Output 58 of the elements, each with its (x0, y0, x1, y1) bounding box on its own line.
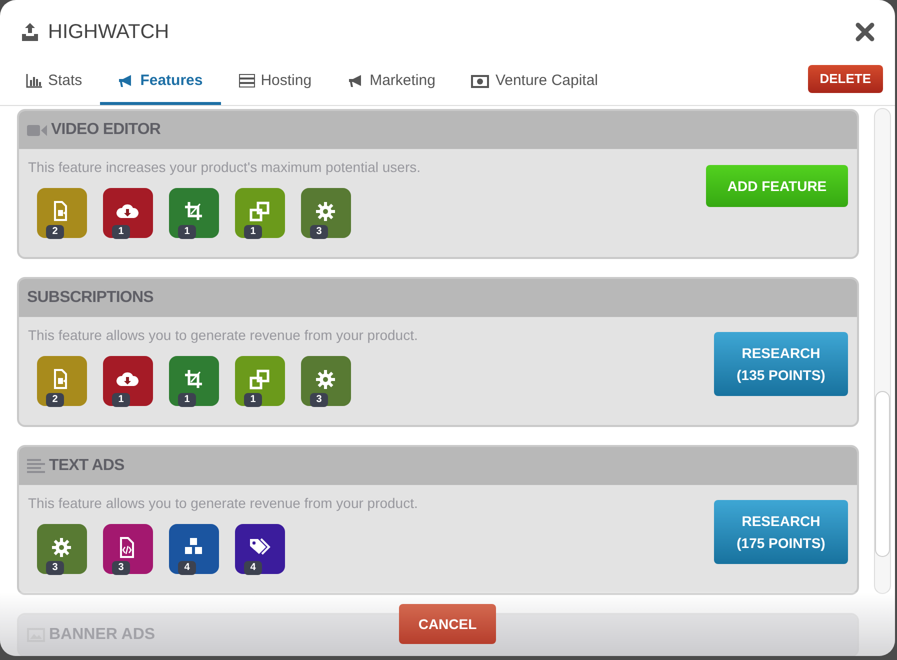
text-lines-icon (27, 459, 45, 473)
feature-title: VIDEO EDITOR (51, 120, 161, 140)
feature-description: This feature allows you to generate revenue from your product. (28, 326, 418, 345)
count-badge: 3 (46, 561, 64, 575)
bar-chart-icon (26, 74, 42, 88)
requirement-tile[interactable]: 2 (37, 356, 87, 406)
feature-description: This feature increases your product's maximum potential users. (28, 158, 421, 177)
requirement-tile[interactable]: 1 (103, 188, 153, 238)
feature-description: This feature allows you to generate revenue from your product. (28, 494, 418, 513)
requirement-tile[interactable]: 1 (169, 356, 219, 406)
gear-icon (49, 535, 74, 560)
cancel-button[interactable]: CANCEL (399, 604, 496, 644)
gear-icon (313, 199, 338, 224)
requirement-tile[interactable]: 4 (235, 524, 285, 574)
clone-icon (247, 367, 272, 392)
requirement-tile[interactable]: 1 (235, 188, 285, 238)
tab[interactable]: Features (100, 60, 221, 105)
banknote-icon (471, 74, 490, 88)
clone-icon (247, 199, 272, 224)
tab[interactable]: Stats (8, 60, 100, 105)
feature-title: SUBSCRIPTIONS (27, 288, 154, 308)
requirement-tile[interactable]: 3 (103, 524, 153, 574)
feature-title: TEXT ADS (49, 456, 124, 476)
count-badge: 1 (244, 393, 262, 407)
count-badge: 1 (244, 225, 262, 239)
count-badge: 3 (310, 225, 328, 239)
count-badge: 4 (244, 561, 262, 575)
requirement-tile[interactable]: 3 (301, 188, 351, 238)
research-button[interactable]: RESEARCH (135 POINTS) (714, 332, 848, 396)
requirement-tile[interactable]: 1 (169, 188, 219, 238)
requirement-tile[interactable]: 3 (301, 356, 351, 406)
count-badge: 1 (112, 393, 130, 407)
video-camera-icon (27, 124, 47, 136)
count-badge: 4 (178, 561, 196, 575)
count-badge: 1 (178, 225, 196, 239)
count-badge: 1 (112, 225, 130, 239)
requirement-tile[interactable]: 1 (235, 356, 285, 406)
upload-icon (20, 22, 40, 42)
count-badge: 1 (178, 393, 196, 407)
requirement-tile[interactable]: 3 (37, 524, 87, 574)
requirement-tile[interactable]: 1 (103, 356, 153, 406)
close-icon[interactable] (855, 22, 875, 42)
requirement-tile[interactable]: 4 (169, 524, 219, 574)
count-badge: 2 (46, 393, 64, 407)
count-badge: 2 (46, 225, 64, 239)
server-icon (238, 74, 255, 88)
megaphone-icon (348, 74, 364, 88)
delete-button[interactable]: DELETE (808, 65, 883, 93)
count-badge: 3 (112, 561, 130, 575)
gear-icon (313, 367, 338, 392)
requirement-tile[interactable]: 2 (37, 188, 87, 238)
count-badge: 3 (310, 393, 328, 407)
research-button[interactable]: RESEARCH (175 POINTS) (714, 500, 848, 564)
window-title: HIGHWATCH (48, 20, 170, 45)
tab[interactable]: Hosting (220, 60, 330, 105)
feature-title: BANNER ADS (49, 625, 156, 645)
tab[interactable]: Venture Capital (453, 60, 616, 105)
tab[interactable]: Marketing (330, 60, 454, 105)
